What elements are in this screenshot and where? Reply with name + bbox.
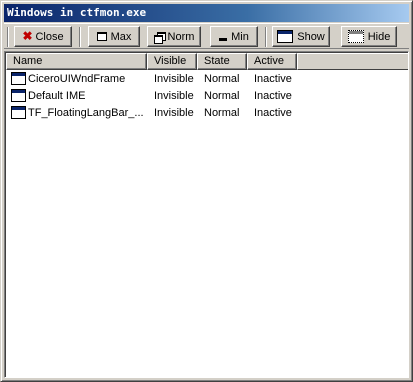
row-state: Normal — [204, 73, 240, 85]
window-icon — [11, 72, 26, 85]
title-bar[interactable]: Windows in ctfmon.exe — [4, 4, 409, 22]
hide-button[interactable]: Hide — [341, 26, 397, 47]
row-name: CiceroUIWndFrame — [28, 73, 126, 85]
min-button-label: Min — [231, 30, 249, 43]
row-visible: Invisible — [154, 90, 194, 102]
table-row[interactable]: CiceroUIWndFrame Invisible Normal Inacti… — [6, 71, 406, 88]
column-header-state[interactable]: State — [197, 53, 247, 70]
max-button[interactable]: Max — [88, 26, 140, 47]
row-visible: Invisible — [154, 107, 194, 119]
row-state: Normal — [204, 107, 240, 119]
window-icon — [11, 89, 26, 102]
max-button-label: Max — [110, 30, 132, 43]
list-header: Name Visible State Active — [6, 53, 408, 70]
column-header-active[interactable]: Active — [247, 53, 297, 70]
row-name: TF_FloatingLangBar_... — [28, 107, 144, 119]
column-header-visible[interactable]: Visible — [147, 53, 197, 70]
toolbar-separator — [79, 27, 81, 47]
restore-icon — [153, 32, 166, 44]
window-list[interactable]: Name Visible State Active CiceroUIWndFra… — [4, 51, 409, 378]
row-state: Normal — [204, 90, 240, 102]
window-title: Windows in ctfmon.exe — [7, 6, 147, 19]
toolbar-separator — [265, 27, 267, 47]
show-button-label: Show — [297, 30, 325, 43]
hide-window-icon — [347, 30, 364, 43]
row-active: Inactive — [254, 90, 292, 102]
close-icon: ✖ — [22, 29, 33, 43]
norm-button-label: Norm — [167, 30, 195, 43]
row-active: Inactive — [254, 73, 292, 85]
norm-button[interactable]: Norm — [147, 26, 201, 47]
table-row[interactable]: Default IME Invisible Normal Inactive — [6, 88, 406, 105]
window-frame: Windows in ctfmon.exe ✖ Close Max Norm M… — [0, 0, 413, 382]
show-button[interactable]: Show — [272, 26, 330, 47]
min-button[interactable]: Min — [210, 26, 258, 47]
show-window-icon — [277, 30, 294, 43]
minimize-icon — [219, 38, 228, 41]
toolbar: ✖ Close Max Norm Min Show Hide — [4, 23, 409, 49]
row-visible: Invisible — [154, 73, 194, 85]
table-row[interactable]: TF_FloatingLangBar_... Invisible Normal … — [6, 105, 406, 122]
window-icon — [11, 106, 26, 119]
maximize-icon — [96, 32, 107, 41]
hide-button-label: Hide — [367, 30, 391, 43]
close-button-label: Close — [35, 30, 64, 43]
row-active: Inactive — [254, 107, 292, 119]
row-name: Default IME — [28, 90, 86, 102]
column-header-filler — [297, 53, 408, 70]
toolbar-separator — [7, 27, 9, 47]
close-button[interactable]: ✖ Close — [14, 26, 72, 47]
column-header-name[interactable]: Name — [6, 53, 147, 70]
